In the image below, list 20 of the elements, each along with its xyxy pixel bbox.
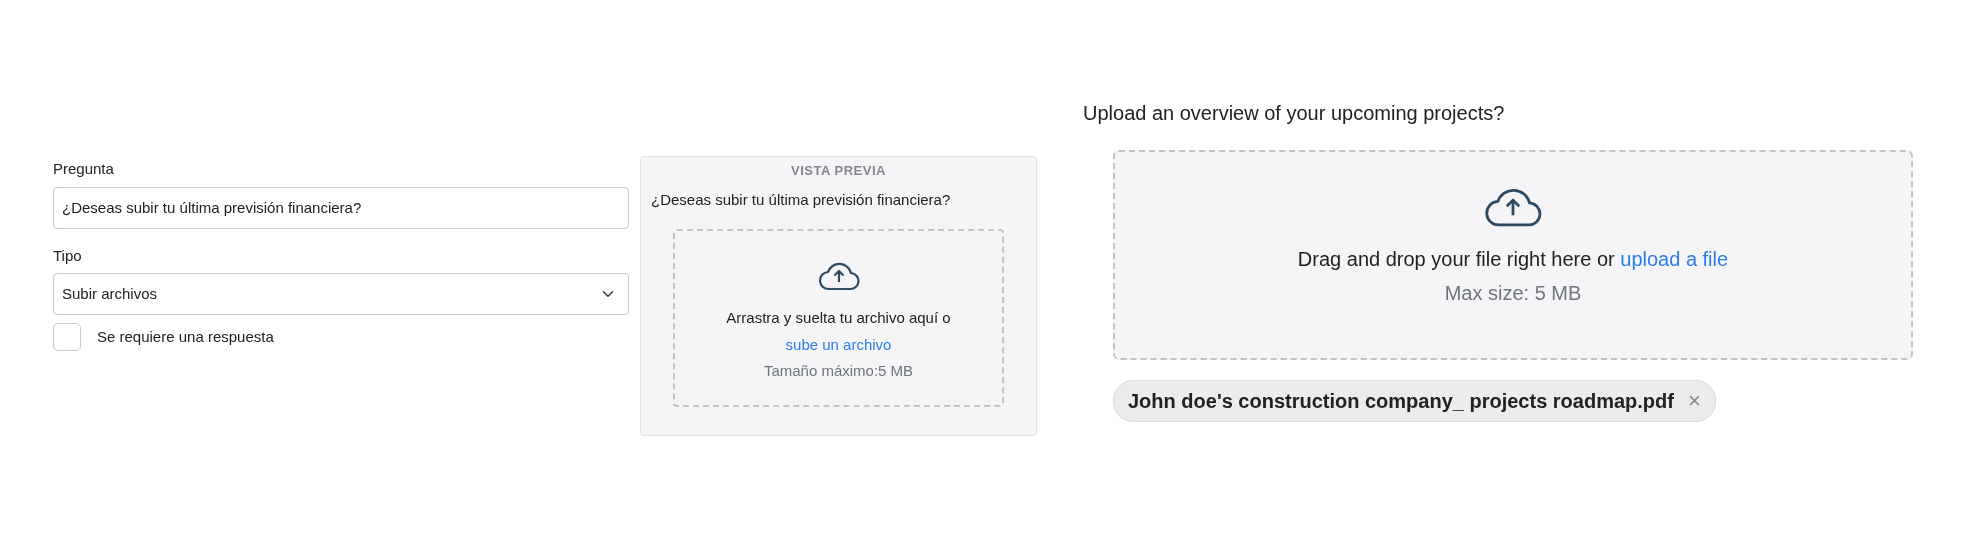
dropzone[interactable]: Arrastra y suelta tu archivo aquí o sube un archivo Tamaño máximo:5 MB (673, 229, 1004, 407)
question-field[interactable]: ¿Deseas subir tu última previsión financiera? (53, 186, 629, 229)
upload-link[interactable]: sube un archivo (785, 335, 892, 353)
max-size-text: Tamaño máximo:5 MB (762, 361, 915, 381)
upload-cloud-icon (1484, 186, 1542, 228)
panel-heading: VISTA PREVIA (790, 162, 887, 180)
max-size-text: Max size: 5 MB (1443, 281, 1583, 306)
dropzone[interactable]: Drag and drop your file right here or upload a file Max size: 5 MB (1113, 150, 1913, 360)
field-label: Tipo (53, 245, 83, 266)
checkbox[interactable] (53, 323, 81, 351)
checkbox-label: Se requiere una respuesta (97, 326, 274, 347)
field-label: Pregunta (53, 159, 115, 179)
file-name: John doe's construction company_ projects roadmap.pdf (1128, 389, 1674, 414)
type-dropdown[interactable]: Subir archivos (53, 273, 629, 315)
upload-link[interactable]: upload a file (1620, 248, 1729, 270)
instruction-text: Arrastra y suelta tu archivo aquí o (725, 308, 952, 328)
question-text: ¿Deseas subir tu última previsión financiera? (651, 189, 952, 210)
question-text: Upload an overview of your upcoming projects? (1083, 101, 1506, 126)
upload-cloud-icon (817, 261, 860, 291)
instruction-text: Drag and drop your file right here or (1297, 248, 1615, 270)
